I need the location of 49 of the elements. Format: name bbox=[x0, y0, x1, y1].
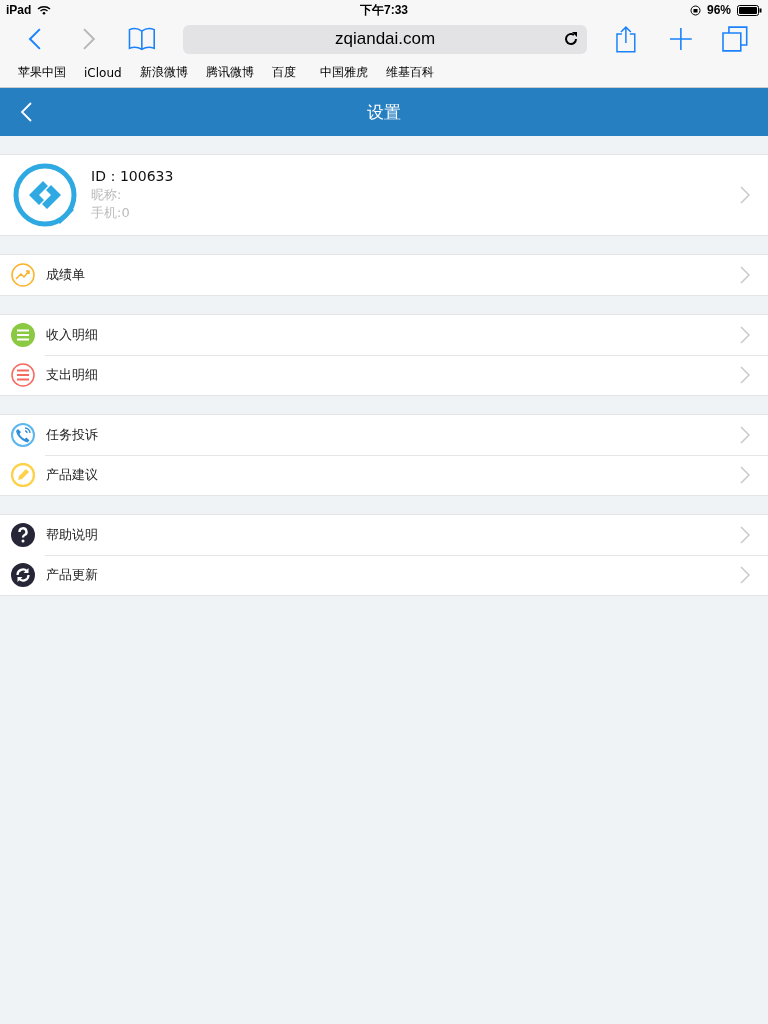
status-time: 下午7:33 bbox=[360, 1, 408, 19]
nickname-label: 昵称: bbox=[91, 186, 123, 204]
bookmark-link[interactable]: 中国雅虎 bbox=[319, 64, 368, 81]
phone-icon bbox=[11, 423, 35, 447]
user-id: ID：100633 bbox=[91, 168, 175, 186]
add-icon[interactable] bbox=[668, 27, 693, 51]
bookmark-link[interactable]: 新浪微博 bbox=[139, 64, 188, 81]
wifi-icon bbox=[37, 5, 52, 15]
list-icon bbox=[11, 363, 35, 387]
logo-icon bbox=[13, 163, 77, 227]
share-icon[interactable] bbox=[614, 25, 637, 53]
list-icon bbox=[11, 323, 35, 347]
chevron-icon bbox=[740, 526, 750, 544]
battery-percent: 96% bbox=[706, 3, 731, 17]
menu-item[interactable]: 收入明细 bbox=[0, 315, 768, 355]
device-name: iPad bbox=[6, 3, 32, 17]
bookmark-link[interactable]: 腾讯微博 bbox=[205, 64, 254, 81]
menu-item[interactable]: 成绩单 bbox=[0, 255, 768, 295]
pencil-icon bbox=[11, 463, 35, 487]
menu-item[interactable]: 产品更新 bbox=[0, 555, 768, 595]
bookmark-link[interactable]: 苹果中国 bbox=[18, 64, 66, 81]
menu-item[interactable]: 帮助说明 bbox=[0, 515, 768, 555]
help-icon bbox=[11, 523, 35, 547]
chevron-icon bbox=[740, 466, 750, 484]
chevron-icon bbox=[740, 186, 750, 204]
tabs-icon[interactable] bbox=[722, 26, 748, 52]
menu-item[interactable]: 任务投诉 bbox=[0, 415, 768, 455]
battery-icon bbox=[737, 4, 762, 16]
refresh-icon bbox=[11, 563, 35, 587]
phone-label: 手机:0 bbox=[91, 204, 131, 222]
menu-item[interactable]: 产品建议 bbox=[0, 455, 768, 495]
rotation-lock-icon bbox=[689, 4, 701, 16]
chevron-icon bbox=[740, 426, 750, 444]
bookmark-link[interactable]: 维基百科 bbox=[385, 64, 434, 81]
book-icon[interactable] bbox=[127, 27, 156, 51]
chevron-icon bbox=[740, 566, 750, 584]
reload-icon[interactable] bbox=[562, 30, 579, 47]
forward-icon[interactable] bbox=[81, 28, 96, 50]
chart-icon bbox=[11, 263, 35, 287]
page-title: 设置 bbox=[367, 100, 401, 124]
chevron-icon bbox=[740, 366, 750, 384]
profile-card[interactable]: ID：100633 昵称: 手机:0 bbox=[0, 154, 768, 236]
menu-item[interactable]: 支出明细 bbox=[0, 355, 768, 395]
bookmark-link[interactable]: 百度 bbox=[271, 64, 296, 81]
chevron-icon bbox=[740, 266, 750, 284]
chevron-icon bbox=[740, 326, 750, 344]
bookmark-link[interactable]: iCloud bbox=[84, 65, 122, 80]
address-bar[interactable]: zqiandai.com bbox=[183, 24, 587, 54]
back-icon[interactable] bbox=[28, 28, 42, 50]
